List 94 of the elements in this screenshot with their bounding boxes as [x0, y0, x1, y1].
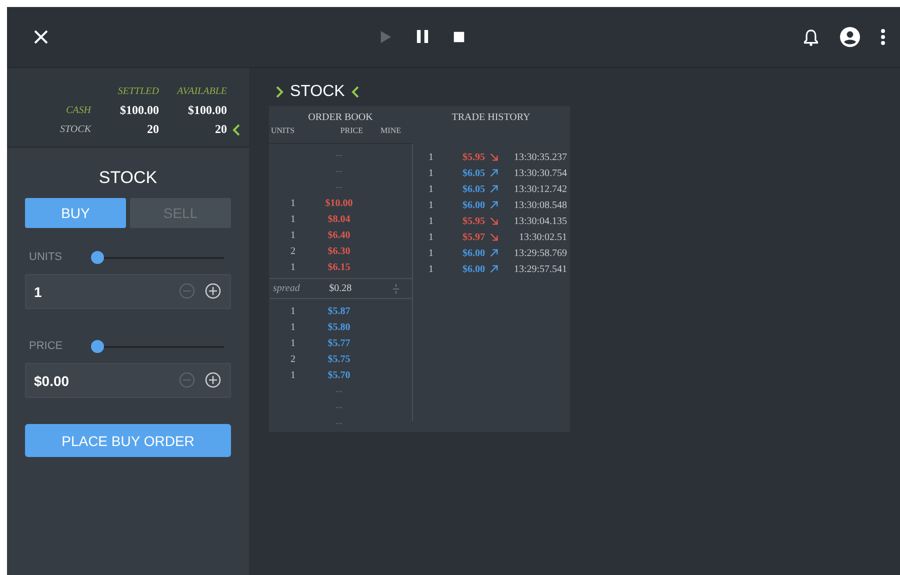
table-cell-text: $5.75 — [326, 354, 352, 364]
chevron-right-icon[interactable] — [276, 86, 284, 98]
table-cell: $5.95 — [462, 152, 485, 162]
table-cell-text: 13:30:12.742 — [512, 184, 568, 194]
table-cell: $6.00 — [462, 264, 485, 274]
table-cell-text: 1 — [428, 232, 434, 242]
table-cell-text: 13:30:08.548 — [512, 200, 568, 210]
table-cell-text: $6.40 — [326, 230, 352, 240]
table-cell-text: $8.04 — [326, 214, 352, 224]
table-cell: $6.05 — [462, 184, 485, 194]
plus-icon[interactable] — [205, 372, 221, 388]
table-cell-text: $6.30 — [326, 246, 352, 256]
table-cell-text: $6.15 — [326, 262, 352, 272]
balance-label: CASH — [65, 105, 91, 116]
spread-value: $0.28 — [328, 283, 353, 294]
table-cell-text: 1 — [290, 338, 296, 348]
table-cell-text: $10.00 — [324, 198, 354, 208]
column-header: SETTLED — [116, 86, 159, 97]
bell-icon[interactable] — [803, 28, 819, 46]
balance-value: 20 — [214, 122, 227, 137]
table-cell-text: -- — [334, 418, 344, 428]
arrow-up-right-icon — [489, 248, 499, 258]
table-cell-text: 1 — [428, 152, 434, 162]
slider-thumb[interactable] — [91, 250, 104, 264]
table-cell-text: 1 — [290, 230, 296, 240]
column-header: MINE — [380, 126, 402, 137]
table-cell-text: 1 — [428, 184, 434, 194]
table-cell-text: 1 — [428, 216, 434, 226]
table-cell-text: 13:29:57.541 — [512, 264, 568, 274]
table-cell-text: 13:29:58.769 — [512, 248, 568, 258]
table-cell-text: 13:30:35.237 — [512, 152, 568, 162]
column-header: AVAILABLE — [176, 86, 227, 97]
panel-title: TRADE HISTORY — [450, 111, 532, 125]
arrow-up-right-icon — [489, 184, 499, 194]
market-title: STOCK — [290, 83, 345, 101]
balance-value: $100.00 — [187, 103, 227, 118]
arrow-down-right-icon — [489, 216, 499, 226]
arrow-down-right-icon — [489, 152, 499, 162]
table-cell-text: 1 — [428, 248, 434, 258]
table-cell-text: $5.80 — [326, 322, 352, 332]
table-cell: $6.00 — [462, 248, 485, 258]
table-cell-text: 13:30:04.135 — [512, 216, 568, 226]
table-cell: $6.05 — [462, 168, 485, 178]
close-icon[interactable] — [33, 29, 49, 45]
balance-value: $100.00 — [119, 103, 159, 118]
table-cell-text: -- — [334, 386, 344, 396]
table-cell-text: 13:30:30.754 — [512, 168, 568, 178]
balance-label: STOCK — [59, 124, 91, 135]
account-icon[interactable] — [840, 27, 860, 47]
field-label: UNITS — [28, 251, 63, 263]
panel-title: ORDER BOOK — [307, 111, 374, 125]
field-label: PRICE — [28, 340, 64, 352]
table-cell-text: 1 — [290, 262, 296, 272]
pause-icon[interactable] — [416, 29, 429, 44]
table-cell-text: -- — [334, 150, 344, 160]
column-header: PRICE — [339, 126, 363, 137]
chevron-left-icon[interactable] — [232, 124, 240, 136]
side-tab[interactable]: BUY — [25, 198, 126, 228]
table-cell-text: -- — [334, 402, 344, 412]
table-cell-text: -- — [334, 182, 344, 192]
table-cell-text: 1 — [428, 168, 434, 178]
input-field[interactable]: 1 — [25, 274, 231, 309]
form-title: STOCK — [98, 168, 158, 188]
chevron-left-icon[interactable] — [350, 86, 359, 98]
table-cell-text: 2 — [290, 354, 296, 364]
table-cell-text: $5.87 — [326, 306, 352, 316]
table-cell-text: 2 — [290, 246, 296, 256]
table-cell-text: 1 — [290, 370, 296, 380]
table-cell: $5.95 — [462, 216, 485, 226]
spread-label: spread — [272, 283, 301, 294]
table-cell-text: 13:30:02.51 — [518, 232, 568, 242]
arrow-up-right-icon — [489, 200, 499, 210]
column-header: UNITS — [270, 126, 296, 137]
more-icon[interactable] — [881, 29, 885, 45]
plus-icon[interactable] — [205, 283, 221, 299]
balance-value: 20 — [146, 122, 159, 137]
place-order-button[interactable]: PLACE BUY ORDER — [25, 424, 231, 457]
table-cell-text: 1 — [290, 198, 296, 208]
table-cell-text: -- — [334, 166, 344, 176]
table-cell-text: 1 — [428, 264, 434, 274]
arrow-down-right-icon — [489, 232, 499, 242]
table-cell-text: 1 — [428, 200, 434, 210]
arrow-up-right-icon — [489, 264, 499, 274]
table-cell: $5.97 — [462, 232, 485, 242]
table-cell-text: $5.77 — [326, 338, 352, 348]
input-field[interactable]: $0.00 — [25, 363, 231, 398]
table-cell: $6.00 — [462, 200, 485, 210]
arrow-up-right-icon — [489, 168, 499, 178]
table-cell-text: 1 — [290, 306, 296, 316]
table-cell-text: 1 — [290, 322, 296, 332]
slider-thumb[interactable] — [91, 340, 104, 352]
table-cell-text: $5.70 — [326, 370, 352, 380]
stop-icon[interactable] — [453, 30, 465, 42]
table-cell-text: 1 — [290, 214, 296, 224]
